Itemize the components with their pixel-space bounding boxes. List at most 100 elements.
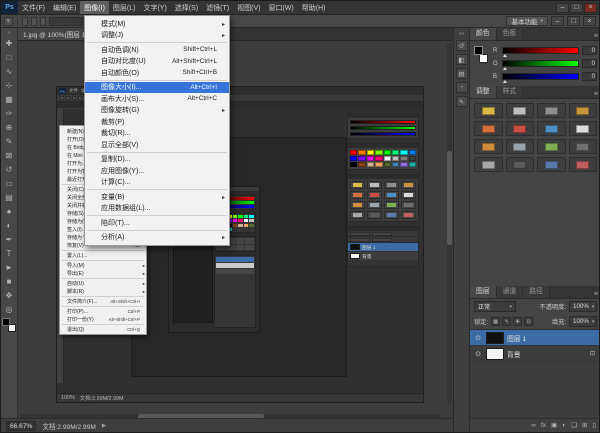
notes-panel-icon[interactable]: ✎ <box>456 96 468 107</box>
adjustment-icon[interactable] <box>537 139 566 154</box>
foreground-color-swatch[interactable] <box>474 46 483 55</box>
gradient-tool[interactable]: ▤ <box>1 190 17 204</box>
menubar-item[interactable]: 视图(V) <box>233 1 264 14</box>
lock-pixels-icon[interactable]: ✎ <box>502 317 511 326</box>
menubar-item[interactable]: 文件(F) <box>18 1 49 14</box>
adjustment-icon[interactable] <box>569 139 598 154</box>
options-field[interactable] <box>49 17 83 26</box>
menu-item[interactable]: 应用图像(Y)... <box>85 165 229 177</box>
layer-group-icon[interactable]: ❏ <box>571 419 577 432</box>
tab-paths[interactable]: 路径 <box>523 286 550 298</box>
tab-channels[interactable]: 通道 <box>497 286 524 298</box>
menu-item[interactable]: 应用数据组(L)... <box>85 203 229 215</box>
adjustment-icon[interactable] <box>537 121 566 136</box>
tab-swatches[interactable]: 色板 <box>497 28 524 40</box>
expand-panels-icon[interactable]: «« <box>459 31 465 37</box>
new-layer-icon[interactable]: ⊞ <box>582 419 587 432</box>
options-icon[interactable] <box>40 17 46 26</box>
lock-all-icon[interactable]: ⊡ <box>524 317 533 326</box>
menubar-item[interactable]: 选择(S) <box>171 1 202 14</box>
color-slider[interactable] <box>502 60 579 67</box>
healing-brush-tool[interactable]: ⊕ <box>1 120 17 134</box>
doc-close-icon[interactable]: × <box>583 16 596 26</box>
close-icon[interactable]: × <box>584 3 597 13</box>
history-brush-tool[interactable]: ↺ <box>1 162 17 176</box>
panel-menu-icon[interactable]: ≡ <box>591 91 600 98</box>
adjustment-icon[interactable] <box>569 121 598 136</box>
adjustment-icon[interactable] <box>506 121 535 136</box>
background-color-swatch[interactable] <box>479 54 488 63</box>
menubar-item[interactable]: 帮助(H) <box>298 1 330 14</box>
adjustment-icon[interactable] <box>569 157 598 172</box>
tool-preset-picker[interactable]: ▾ <box>4 17 13 26</box>
opacity-value[interactable]: 100%▾ <box>569 301 597 312</box>
history-panel-icon[interactable]: ↺ <box>456 40 468 51</box>
menu-item[interactable]: 裁剪(P) <box>85 116 229 128</box>
visibility-eye-icon[interactable] <box>473 334 483 342</box>
delete-layer-icon[interactable]: ▯ <box>592 419 596 432</box>
menubar-item[interactable]: 文字(Y) <box>139 1 170 14</box>
color-slider[interactable] <box>502 73 579 80</box>
menu-item[interactable]: 变量(B) <box>85 191 229 203</box>
menu-item[interactable]: 图像旋转(G) <box>85 105 229 117</box>
foreground-background-swatches[interactable] <box>2 318 16 332</box>
navigator-panel-icon[interactable]: ◧ <box>456 54 468 65</box>
eraser-tool[interactable]: ▭ <box>1 176 17 190</box>
pen-tool[interactable]: ✒ <box>1 232 17 246</box>
tab-adjustments[interactable]: 调整 <box>470 86 497 98</box>
shape-tool[interactable]: ■ <box>1 274 17 288</box>
menu-item[interactable]: 复制(D)... <box>85 154 229 166</box>
tab-layers[interactable]: 图层 <box>470 286 497 298</box>
menu-item[interactable]: 裁切(R)... <box>85 128 229 140</box>
workspace-switcher[interactable]: 基本功能 ▾ <box>506 16 548 26</box>
visibility-eye-icon[interactable] <box>473 350 483 358</box>
channel-value[interactable]: 0 <box>582 59 597 68</box>
crop-tool[interactable]: ▦ <box>1 92 17 106</box>
lock-transparency-icon[interactable]: ▦ <box>491 317 500 326</box>
adjustment-icon[interactable] <box>537 103 566 118</box>
path-selection-tool[interactable]: ► <box>1 260 17 274</box>
menubar-item[interactable]: 编辑(E) <box>49 1 80 14</box>
adjustment-layer-icon[interactable]: ◐ <box>562 419 566 432</box>
adjustment-icon[interactable] <box>474 121 503 136</box>
menubar-item[interactable]: 图层(L) <box>109 1 140 14</box>
menu-item[interactable]: 计算(C)... <box>85 177 229 189</box>
adjustment-icon[interactable] <box>506 103 535 118</box>
clone-stamp-tool[interactable]: ⊠ <box>1 148 17 162</box>
dodge-tool[interactable]: ◐ <box>1 218 17 232</box>
tab-color[interactable]: 颜色 <box>470 28 497 40</box>
foreground-color-swatch[interactable] <box>2 318 10 326</box>
panel-menu-icon[interactable]: ≡ <box>591 33 600 40</box>
layer-thumbnail[interactable] <box>486 348 504 360</box>
status-options-arrow-icon[interactable]: ▶ <box>102 423 106 429</box>
adjustment-icon[interactable] <box>537 157 566 172</box>
layer-row[interactable]: 背景 <box>470 346 600 362</box>
blend-mode-select[interactable]: 正常▾ <box>474 301 516 312</box>
menubar-item[interactable]: 图像(I) <box>80 1 109 14</box>
layer-name[interactable]: 背景 <box>507 349 587 359</box>
color-slider[interactable] <box>502 47 579 54</box>
info-panel-icon[interactable]: ▤ <box>456 68 468 79</box>
slider-knob-icon[interactable] <box>503 67 507 70</box>
menubar-item[interactable]: 滤镜(T) <box>202 1 233 14</box>
slider-knob-icon[interactable] <box>503 54 507 57</box>
menu-item[interactable]: 显示全部(V) <box>85 139 229 151</box>
doc-restore-icon[interactable]: □ <box>567 16 580 26</box>
marquee-tool[interactable]: □ <box>1 50 17 64</box>
maximize-icon[interactable]: □ <box>570 3 583 13</box>
adjustment-icon[interactable] <box>474 157 503 172</box>
layer-thumbnail[interactable] <box>486 332 504 344</box>
vertical-scrollbar[interactable] <box>447 43 452 403</box>
photoshop-logo-icon[interactable]: Ps <box>1 1 18 14</box>
menubar-item[interactable]: 窗口(W) <box>264 1 297 14</box>
menu-item[interactable]: 陷印(T)... <box>85 217 229 229</box>
properties-panel-icon[interactable]: ◔ <box>456 82 468 93</box>
panel-menu-icon[interactable]: ≡ <box>591 291 600 298</box>
channel-value[interactable]: 0 <box>582 46 597 55</box>
link-layers-icon[interactable]: ∞ <box>531 419 536 432</box>
layer-style-icon[interactable]: fx <box>541 419 546 432</box>
options-icon[interactable] <box>22 17 28 26</box>
menu-item[interactable]: 调整(J) <box>85 30 229 42</box>
adjustment-icon[interactable] <box>506 139 535 154</box>
hand-tool[interactable]: ✥ <box>1 288 17 302</box>
